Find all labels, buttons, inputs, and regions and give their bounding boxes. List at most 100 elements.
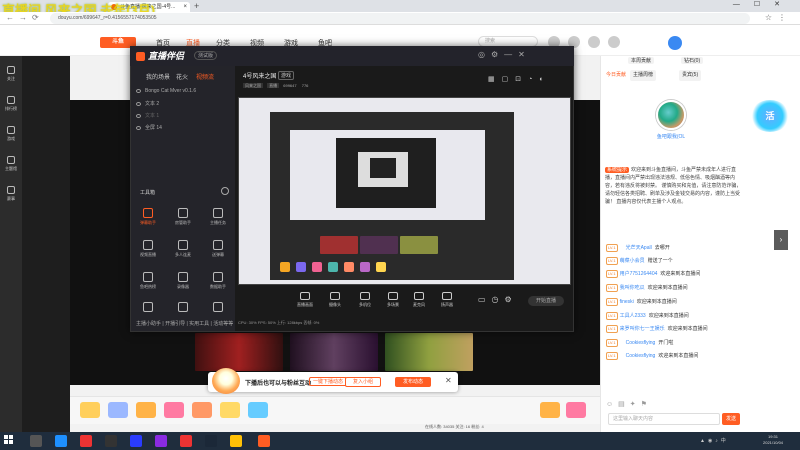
thumbnail[interactable] xyxy=(195,333,283,371)
system-tray[interactable]: ▲◉♪中 xyxy=(700,437,729,444)
steam-icon[interactable] xyxy=(205,435,217,447)
scene-item[interactable]: 文本 1 xyxy=(136,112,159,119)
qq-icon[interactable] xyxy=(55,435,67,447)
eye-icon[interactable] xyxy=(136,125,141,130)
thumbnail[interactable] xyxy=(290,333,378,371)
camera-button[interactable]: 摄像头 xyxy=(320,292,350,308)
chat-tool-icons[interactable]: ☺▤✦⚑ xyxy=(606,400,652,408)
tab-my-scenes[interactable]: 我的场景 xyxy=(146,72,170,81)
tab-sparks[interactable]: 花火 xyxy=(176,72,188,81)
search-icon[interactable] xyxy=(30,435,42,447)
publish-post-button[interactable]: 发布动态 xyxy=(395,377,431,387)
gift-item[interactable] xyxy=(540,402,560,418)
gift-item[interactable] xyxy=(108,402,128,418)
sidebar-item-theme[interactable]: 主题馆 xyxy=(0,156,22,172)
windows-start-icon[interactable] xyxy=(4,435,14,445)
speaker-button[interactable]: 扬声器 xyxy=(432,292,462,308)
tool-more[interactable] xyxy=(203,302,233,314)
new-tab-icon[interactable]: + xyxy=(194,1,199,11)
tool-video-live[interactable]: 视频直播 xyxy=(133,240,163,258)
photoshop-icon[interactable] xyxy=(130,435,142,447)
chat-message[interactable]: LV.1 我叫你吃瓜 欢迎来到本直播间 xyxy=(606,284,688,293)
chat-message[interactable]: LV.1 用户7751264404 欢迎来到本直播间 xyxy=(606,270,700,279)
gift-item[interactable] xyxy=(220,402,240,418)
window-controls[interactable]: —☐✕ xyxy=(733,0,794,8)
app-icon[interactable] xyxy=(105,435,117,447)
tool-recorder[interactable]: 录像器 xyxy=(168,272,198,290)
tool-danmaku-helper[interactable]: 弹幕助手 xyxy=(133,208,163,226)
gift-item[interactable] xyxy=(248,402,268,418)
taskbar-clock[interactable]: 19:31 2021/10/04 xyxy=(763,434,783,446)
chat-message[interactable]: LV.1 萌菜小会员 赠送了一个 xyxy=(606,257,673,266)
microphone-button[interactable]: 麦克风 xyxy=(404,292,434,308)
gift-item[interactable] xyxy=(192,402,212,418)
eye-icon[interactable] xyxy=(136,101,141,106)
chat-input[interactable]: 这里输入聊天内容 xyxy=(608,413,720,425)
thumbnail[interactable] xyxy=(385,333,473,371)
collapse-arrow-icon[interactable]: › xyxy=(774,230,788,250)
tab-streamer-weekly[interactable]: 主播周榜 xyxy=(630,70,657,81)
streamer-avatar[interactable] xyxy=(656,100,686,130)
close-popup-icon[interactable]: ✕ xyxy=(445,376,452,385)
gift-item[interactable] xyxy=(80,402,100,418)
message-icon[interactable] xyxy=(608,36,620,48)
scene-item[interactable]: 文本 2 xyxy=(136,100,159,107)
tool-bottom-tip: 主播小助手 | 开播引导 | 实用工具 | 活动等等 xyxy=(136,321,234,327)
download-icon[interactable] xyxy=(588,36,600,48)
scene-item[interactable]: 全屏 14 xyxy=(136,124,162,131)
chat-message[interactable]: LV.1 工具人2333 欢迎来到本直播间 xyxy=(606,312,689,321)
send-button[interactable]: 发送 xyxy=(722,413,740,425)
gift-item[interactable] xyxy=(164,402,184,418)
chat-message[interactable]: LV.1 Cookiesflying 开门啦 xyxy=(606,339,673,348)
gift-item[interactable] xyxy=(136,402,156,418)
multi-camera-button[interactable]: 多机位 xyxy=(350,292,380,308)
tab-today-contrib[interactable]: 今日贡献 xyxy=(603,70,629,81)
app-icon[interactable] xyxy=(180,435,192,447)
capture-screen-button[interactable]: 直播画面 xyxy=(290,292,320,308)
tool-data-helper[interactable]: 数据助手 xyxy=(203,272,233,290)
tab-video-stream[interactable]: 视频流 xyxy=(196,72,214,81)
tool-streamer-task[interactable]: 主播任务 xyxy=(203,208,233,226)
chat-message[interactable]: LV.1 Cookiesflying 欢迎来到本直播间 xyxy=(606,352,698,361)
chrome-icon[interactable] xyxy=(230,435,242,447)
browser-nav-buttons[interactable]: ←→⟳ xyxy=(6,13,44,22)
browser-menu-icons[interactable]: ☆⋮ xyxy=(765,13,792,22)
url-text[interactable]: douyu.com/699647_r=0.4156557174053505 xyxy=(58,15,157,21)
chat-message[interactable]: LV.1 光芒天Apall 去哪开 xyxy=(606,244,670,253)
toolbox-settings-icon[interactable] xyxy=(221,187,229,195)
tab-vip[interactable]: 贵宾(5) xyxy=(679,70,702,81)
preview-toolbar-icons[interactable]: ▦▢⊡◔◐ xyxy=(488,75,551,83)
room-category-tag[interactable]: 游戏 xyxy=(278,71,295,80)
premiere-icon[interactable] xyxy=(155,435,167,447)
tool-more[interactable] xyxy=(168,302,198,314)
sidebar-item-rank[interactable]: 排行榜 xyxy=(0,96,22,112)
tool-hot-list[interactable]: 鱼吧热榜 xyxy=(133,272,163,290)
netease-music-icon[interactable] xyxy=(80,435,92,447)
scene-item[interactable]: Bongo Cat Mver v0.1.6 xyxy=(136,88,196,94)
start-live-button[interactable]: 开始直播 xyxy=(528,296,564,306)
chat-message[interactable]: LV.1 来罗叫你七一王娱乐 欢迎来到本直播间 xyxy=(606,325,708,334)
tool-more[interactable] xyxy=(133,302,163,314)
settings-icons[interactable]: ▭◷⚙ xyxy=(478,295,518,304)
sidebar-item-follow[interactable]: 关注 xyxy=(0,66,22,82)
join-group-button[interactable]: 复入小组 xyxy=(345,377,381,387)
user-avatar[interactable] xyxy=(668,36,682,50)
chat-message[interactable]: LV.1 fineski 欢迎来到本直播间 xyxy=(606,298,677,307)
douyu-live-icon[interactable] xyxy=(258,435,270,447)
close-tab-icon[interactable]: × xyxy=(183,2,187,12)
eye-icon[interactable] xyxy=(136,113,141,118)
tab-weekly-contrib[interactable]: 本周贡献 xyxy=(628,57,655,64)
tab-diamond[interactable]: 钻石(0) xyxy=(681,57,704,64)
sidebar-item-event[interactable]: 赛事 xyxy=(0,186,22,202)
popup-link[interactable]: 一键下播动态 xyxy=(309,377,348,386)
tool-window-controls[interactable]: ◎⚙—✕ xyxy=(478,50,531,59)
tool-multi-mic[interactable]: 多人连麦 xyxy=(168,240,198,258)
sidebar-item-game[interactable]: 游戏 xyxy=(0,126,22,142)
tool-room-admin[interactable]: 房管助手 xyxy=(168,208,198,226)
eye-icon[interactable] xyxy=(136,88,141,93)
streamer-name[interactable]: 鱼吧跟我(OL xyxy=(650,133,692,140)
promo-badge[interactable]: 活 xyxy=(750,100,790,132)
room-title[interactable]: 4号风来之国 xyxy=(243,71,276,80)
tool-send-danmaku[interactable]: 送弹幕 xyxy=(203,240,233,258)
gift-item[interactable] xyxy=(566,402,586,418)
